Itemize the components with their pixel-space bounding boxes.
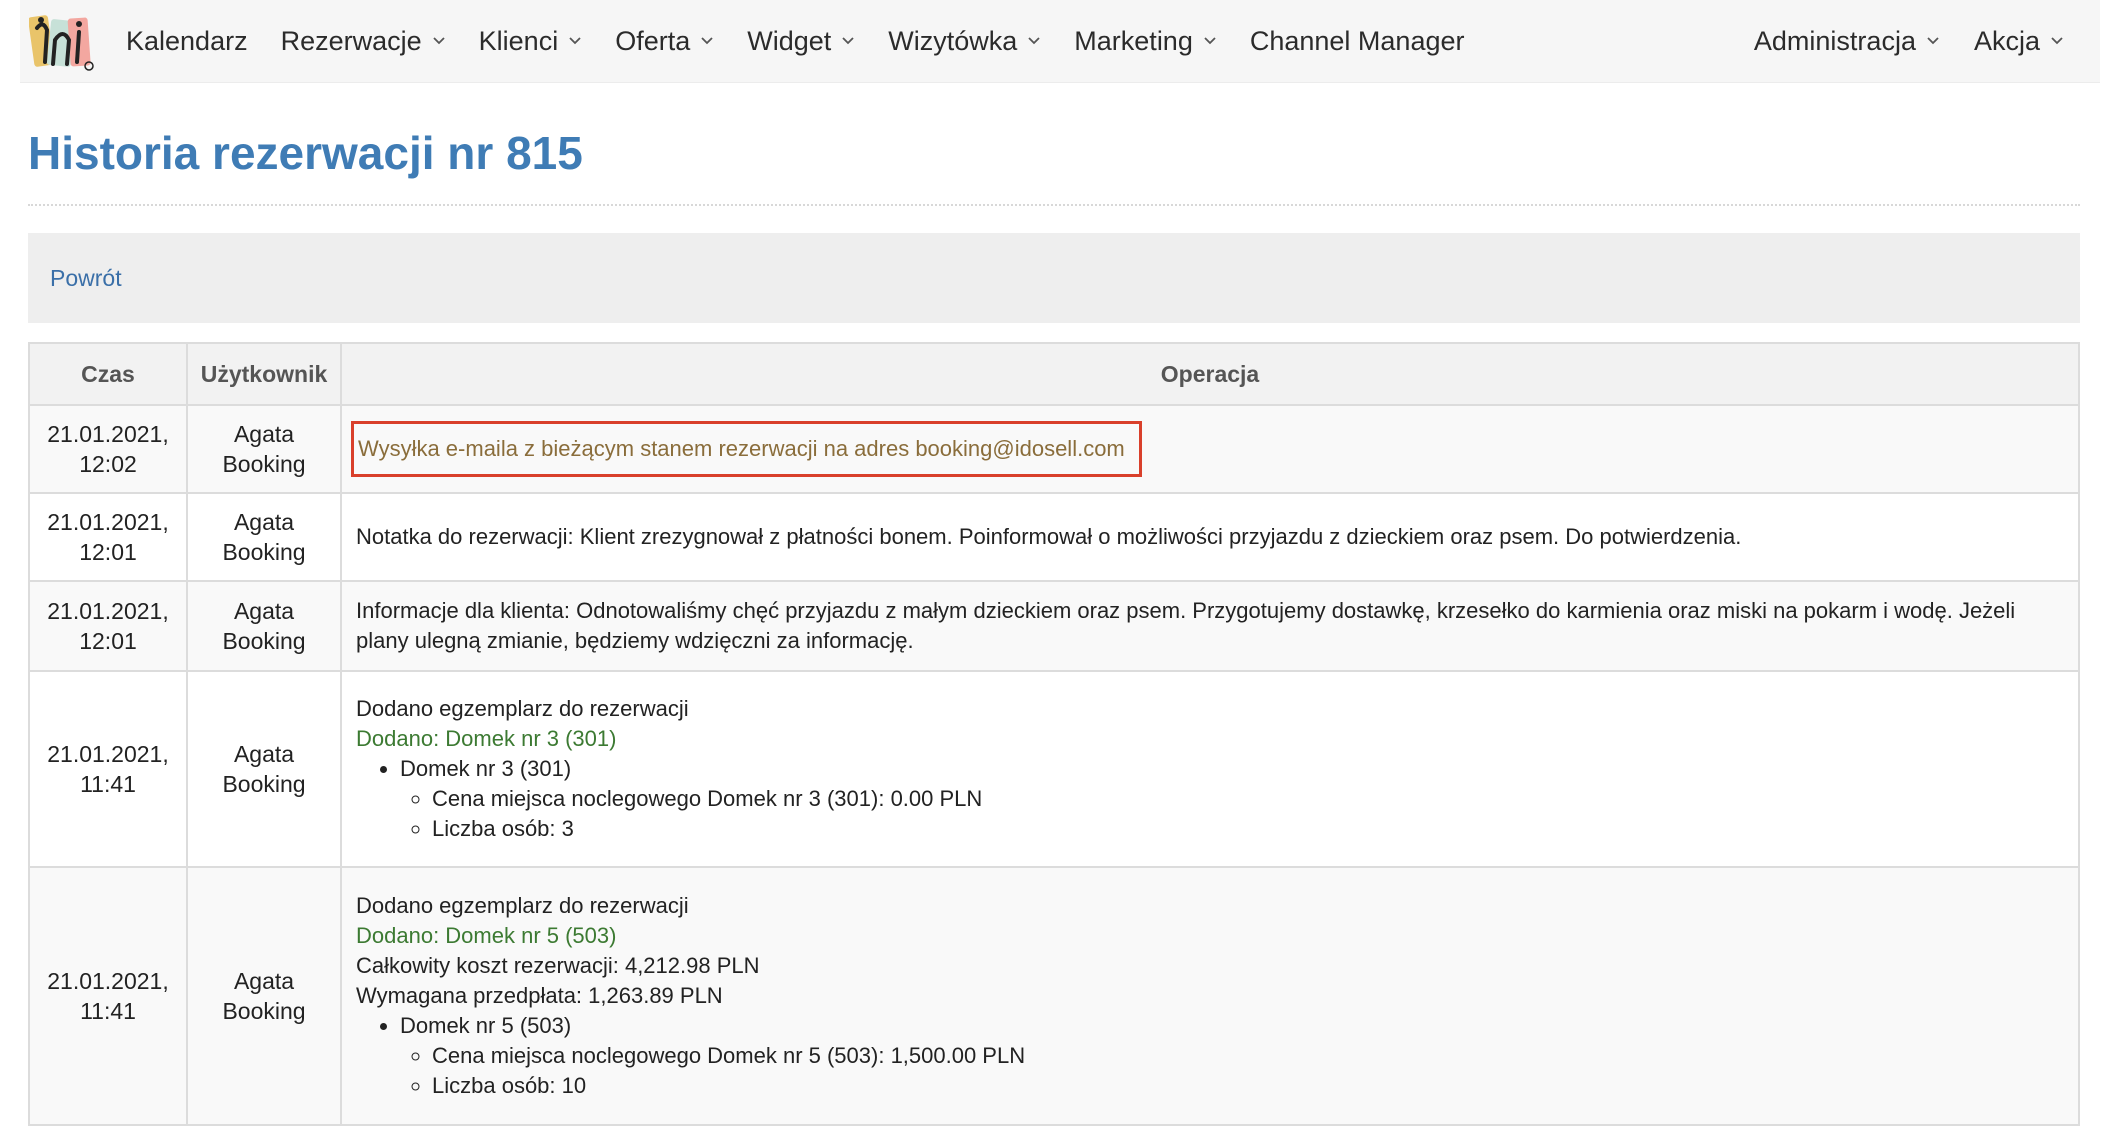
cell-operation: Informacje dla klienta: Odnotowaliśmy ch… bbox=[340, 580, 2080, 672]
cell-user: Agata Booking bbox=[186, 670, 342, 868]
nav-akcja[interactable]: Akcja bbox=[1974, 26, 2064, 57]
table-row: 21.01.2021, 12:01 Agata Booking Informacje… bbox=[28, 580, 2080, 672]
list-item: Domek nr 3 (301) Cena miejsca noclegoweg… bbox=[400, 754, 2064, 844]
list-item: Domek nr 5 (503) Cena miejsca noclegoweg… bbox=[400, 1011, 2064, 1101]
cell-user: Agata Booking bbox=[186, 866, 342, 1126]
table-header-row: Czas Użytkownik Operacja bbox=[28, 342, 2080, 406]
list-item: Liczba osób: 10 bbox=[432, 1071, 2064, 1101]
history-table: Czas Użytkownik Operacja 21.01.2021, 12:0… bbox=[28, 342, 2080, 1126]
cell-operation: Dodano egzemplarz do rezerwacji Dodano: … bbox=[340, 866, 2080, 1126]
cell-time: 21.01.2021, 11:41 bbox=[28, 866, 188, 1126]
cell-user: Agata Booking bbox=[186, 580, 342, 672]
list-item: Liczba osób: 3 bbox=[432, 814, 2064, 844]
list-item: Cena miejsca noclegowego Domek nr 3 (301… bbox=[432, 784, 2064, 814]
list-item: Cena miejsca noclegowego Domek nr 5 (503… bbox=[432, 1041, 2064, 1071]
item-detail-list: Cena miejsca noclegowego Domek nr 5 (503… bbox=[400, 1041, 2064, 1101]
column-header-user: Użytkownik bbox=[186, 342, 342, 406]
column-header-time: Czas bbox=[28, 342, 188, 406]
chevron-down-icon bbox=[433, 37, 445, 45]
page-title: Historia rezerwacji nr 815 bbox=[28, 127, 583, 179]
cell-time: 21.01.2021, 12:01 bbox=[28, 580, 188, 672]
cell-user: Agata Booking bbox=[186, 492, 342, 582]
action-bar: Powrót bbox=[28, 233, 2080, 323]
nav-kalendarz[interactable]: Kalendarz bbox=[126, 26, 248, 57]
nav-widget[interactable]: Widget bbox=[747, 26, 855, 57]
added-item-line: Dodano: Domek nr 3 (301) bbox=[356, 726, 617, 751]
column-header-operation: Operacja bbox=[340, 342, 2080, 406]
cell-time: 21.01.2021, 12:01 bbox=[28, 492, 188, 582]
back-link[interactable]: Powrót bbox=[50, 265, 122, 292]
added-item-line: Dodano: Domek nr 5 (503) bbox=[356, 923, 617, 948]
table-row: 21.01.2021, 12:01 Agata Booking Notatka do… bbox=[28, 492, 2080, 582]
top-navbar: Kalendarz Rezerwacje Klienci Oferta Widg… bbox=[20, 0, 2100, 83]
table-row: 21.01.2021, 12:02 Agata Booking Wysyłka e-… bbox=[28, 404, 2080, 494]
app-logo[interactable] bbox=[26, 5, 98, 77]
cell-user: Agata Booking bbox=[186, 404, 342, 494]
nav-wizytowka[interactable]: Wizytówka bbox=[888, 26, 1041, 57]
nav-rezerwacje[interactable]: Rezerwacje bbox=[281, 26, 446, 57]
item-list: Domek nr 3 (301) Cena miejsca noclegoweg… bbox=[356, 754, 2064, 844]
nav-channel-manager[interactable]: Channel Manager bbox=[1250, 26, 1465, 57]
table-row: 21.01.2021, 11:41 Agata Booking Dodano egz… bbox=[28, 866, 2080, 1126]
email-sent-highlight: Wysyłka e-maila z bieżącym stanem rezerw… bbox=[351, 421, 1142, 477]
chevron-down-icon bbox=[701, 37, 713, 45]
total-cost-line: Całkowity koszt rezerwacji: 4,212.98 PLN bbox=[356, 953, 760, 978]
cell-time: 21.01.2021, 12:02 bbox=[28, 404, 188, 494]
nav-right-group: Administracja Akcja bbox=[1742, 26, 2086, 57]
item-detail-list: Cena miejsca noclegowego Domek nr 3 (301… bbox=[400, 784, 2064, 844]
cell-operation: Notatka do rezerwacji: Klient zrezygnowa… bbox=[340, 492, 2080, 582]
nav-administracja[interactable]: Administracja bbox=[1754, 26, 1940, 57]
chevron-down-icon bbox=[842, 37, 854, 45]
item-list: Domek nr 5 (503) Cena miejsca noclegoweg… bbox=[356, 1011, 2064, 1101]
nav-klienci[interactable]: Klienci bbox=[479, 26, 583, 57]
chevron-down-icon bbox=[1927, 37, 1939, 45]
prepayment-line: Wymagana przedpłata: 1,263.89 PLN bbox=[356, 983, 723, 1008]
table-row: 21.01.2021, 11:41 Agata Booking Dodano egz… bbox=[28, 670, 2080, 868]
operation-line: Dodano egzemplarz do rezerwacji bbox=[356, 893, 689, 918]
nav-marketing[interactable]: Marketing bbox=[1074, 26, 1217, 57]
title-divider bbox=[28, 204, 2080, 206]
nav-oferta[interactable]: Oferta bbox=[615, 26, 714, 57]
chevron-down-icon bbox=[569, 37, 581, 45]
cell-operation: Dodano egzemplarz do rezerwacji Dodano: … bbox=[340, 670, 2080, 868]
operation-line: Dodano egzemplarz do rezerwacji bbox=[356, 696, 689, 721]
cell-operation: Wysyłka e-maila z bieżącym stanem rezerw… bbox=[340, 404, 2080, 494]
chevron-down-icon bbox=[1204, 37, 1216, 45]
chevron-down-icon bbox=[2051, 37, 2063, 45]
cell-time: 21.01.2021, 11:41 bbox=[28, 670, 188, 868]
chevron-down-icon bbox=[1028, 37, 1040, 45]
